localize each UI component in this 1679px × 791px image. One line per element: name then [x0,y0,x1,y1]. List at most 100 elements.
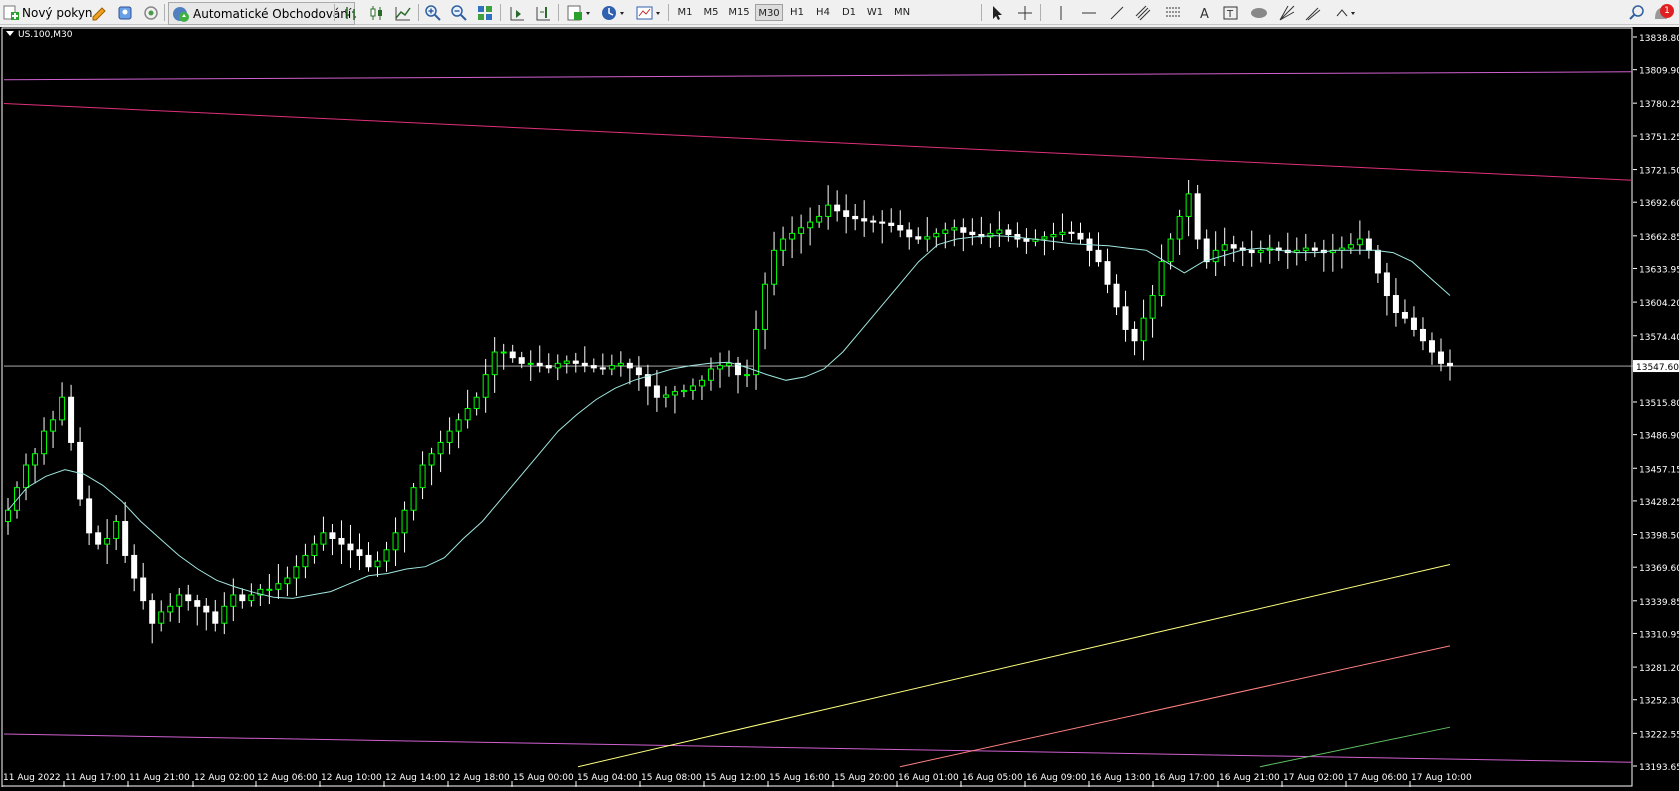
y-tick-label: 13457.15 [1639,465,1679,475]
candle [780,238,787,251]
candle [212,611,219,624]
cursor-icon[interactable] [988,0,1006,25]
new-order-label: Nový pokyn [22,5,93,20]
notifications-icon[interactable]: 1 [1652,0,1674,25]
fibonacci-icon[interactable] [1164,0,1182,25]
timeframe-m1[interactable]: M1 [673,4,697,21]
horizontal-line-icon[interactable] [1080,0,1098,25]
fibonacci-fan-icon[interactable] [1278,0,1296,25]
crosshair-icon[interactable] [1016,0,1034,25]
zoom-out-icon[interactable] [450,0,468,25]
auto-trading-label: Automatické Obchodování [193,6,352,21]
candle [870,220,877,223]
timeframe-h1[interactable]: H1 [785,4,809,21]
y-tick-label: 13193.65 [1639,763,1679,773]
new-order-button[interactable]: Nový pokyn [2,0,93,25]
x-tick-label: 15 Aug 20:00 [834,773,895,783]
candle [771,249,778,285]
line-chart-icon[interactable] [394,0,412,25]
bar-chart-icon[interactable] [342,0,360,25]
candle [807,221,814,229]
timeframe-d1[interactable]: D1 [837,4,861,21]
y-tick-label: 13281.20 [1639,664,1679,674]
chart-shift-icon[interactable] [534,0,552,25]
candle [356,549,363,556]
candle [1131,328,1138,342]
candle [419,464,426,489]
fibonacci-arc-icon[interactable] [1304,0,1322,25]
candle [572,360,579,364]
x-tick-label: 15 Aug 00:00 [513,773,574,783]
candle [1302,247,1309,251]
search-icon[interactable] [1628,0,1646,25]
candle [473,396,480,410]
toolbar: Nový pokyn Automatické Obchodování M1 M5… [0,0,1679,25]
candle [1050,234,1057,238]
vertical-line-icon[interactable] [1052,0,1070,25]
candle [1248,249,1255,254]
candle [1167,238,1174,263]
candle [762,283,769,330]
x-tick-label: 16 Aug 13:00 [1090,773,1151,783]
x-tick-label: 17 Aug 02:00 [1283,773,1344,783]
y-tick-label: 13486.90 [1639,432,1679,442]
candle [1311,247,1318,251]
timeframe-mn[interactable]: MN [889,4,915,21]
timeframe-h4[interactable]: H4 [811,4,835,21]
trendline-icon[interactable] [1108,0,1126,25]
candle [374,560,381,568]
candle [158,611,165,624]
text-icon[interactable]: A [1196,0,1214,25]
x-tick-label: 12 Aug 18:00 [449,773,510,783]
candle [554,362,561,369]
candle [852,215,859,220]
periods-icon[interactable] [600,0,626,25]
zoom-in-icon[interactable] [424,0,442,25]
templates-icon[interactable] [636,0,662,25]
candle [1221,244,1228,251]
arrows-icon[interactable] [1334,0,1358,25]
candle [527,362,534,365]
auto-trading-button[interactable]: Automatické Obchodování [168,2,356,25]
timeframe-m15[interactable]: M15 [725,4,753,21]
timeframe-m30[interactable]: M30 [755,4,783,21]
candlestick-icon[interactable] [368,0,386,25]
pencil-icon[interactable] [90,0,108,25]
equidistant-channel-icon[interactable] [1134,0,1152,25]
y-tick-label: 13633.95 [1639,265,1679,275]
candle [924,236,931,240]
timeframe-w1[interactable]: W1 [863,4,887,21]
timeframe-m5[interactable]: M5 [699,4,723,21]
y-tick-label: 13339.85 [1639,598,1679,608]
candle [996,229,1003,234]
candle [1041,236,1048,240]
x-tick-label: 15 Aug 08:00 [641,773,702,783]
x-tick-label: 12 Aug 02:00 [194,773,255,783]
x-tick-label: 11 Aug 17:00 [65,773,126,783]
new-order-icon [2,4,20,22]
candle [744,374,751,377]
text-label-icon[interactable]: T [1222,0,1240,25]
market-watch-icon[interactable] [116,0,134,25]
candle [266,588,273,591]
signal-icon[interactable] [142,0,160,25]
x-tick-label: 15 Aug 12:00 [705,773,766,783]
candle [455,419,462,432]
price-chart[interactable]: 13838.80 13809.90 13780.25 13751.25 13721.50… [0,27,1679,791]
candle [1140,317,1147,342]
candle [1356,238,1363,246]
candle [482,374,489,398]
indicators-icon[interactable] [566,0,592,25]
y-tick-label: 13662.85 [1639,233,1679,243]
candle [1383,272,1390,297]
candle [122,521,129,556]
trendline-lower-support-violet [3,733,1633,763]
tile-windows-icon[interactable] [476,0,494,25]
chart-window[interactable]: 13838.80 13809.90 13780.25 13751.25 13721.50… [0,27,1679,791]
candle [825,204,832,217]
candle [626,362,633,369]
candle [491,351,498,376]
ellipse-icon[interactable] [1250,0,1268,25]
trendline-channel-yellow [577,563,1451,768]
auto-scroll-icon[interactable] [508,0,526,25]
